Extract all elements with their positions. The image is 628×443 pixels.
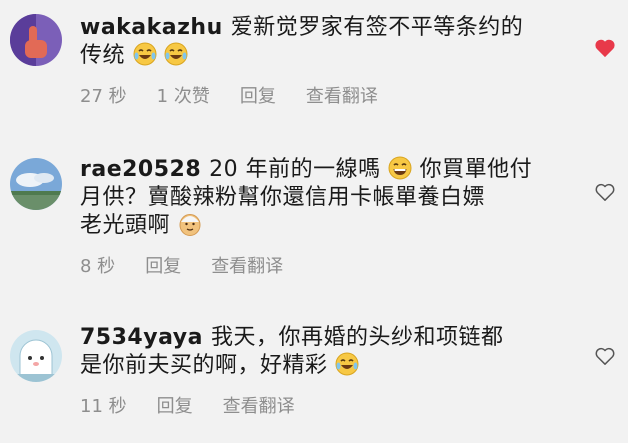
old-man-emoji-icon <box>179 214 201 236</box>
translate-button[interactable]: 查看翻译 <box>223 392 295 418</box>
like-count[interactable]: 1 次赞 <box>157 82 210 108</box>
username[interactable]: wakakazhu <box>80 15 223 40</box>
comment-meta: 8 秒 回复 查看翻译 <box>80 252 550 278</box>
grinning-emoji-icon <box>388 156 412 180</box>
comment-line-2: 传统 <box>80 43 126 68</box>
comment-line-1: 20 年前的一線嗎 <box>209 157 381 182</box>
username[interactable]: rae20528 <box>80 157 201 182</box>
comment-1: wakakazhu 爱新觉罗家有签不平等条约的 传统 27 秒 1 次赞 回复 查… <box>0 0 628 120</box>
heart-outline-icon[interactable] <box>594 346 616 366</box>
comment-line-2: 月供？賣酸辣粉幫你還信用卡帳單養白嫖 <box>80 185 486 210</box>
heart-outline-icon[interactable] <box>594 182 616 202</box>
comment-line-2: 是你前夫买的啊，好精彩 <box>80 353 328 378</box>
comment-meta: 27 秒 1 次赞 回复 查看翻译 <box>80 82 550 108</box>
reply-button[interactable]: 回复 <box>145 252 181 278</box>
timestamp: 8 秒 <box>80 256 116 277</box>
comment-text: wakakazhu 爱新觉罗家有签不平等条约的 传统 <box>80 14 550 70</box>
translate-button[interactable]: 查看翻译 <box>306 82 378 108</box>
avatar[interactable] <box>10 14 62 66</box>
comment-line-3: 老光頭啊 <box>80 213 171 238</box>
timestamp: 27 秒 <box>80 86 127 107</box>
comment-line-1: 爱新觉罗家有签不平等条约的 <box>230 15 524 40</box>
comment-meta: 11 秒 回复 查看翻译 <box>80 392 550 418</box>
avatar[interactable] <box>10 158 62 210</box>
heart-icon[interactable] <box>594 38 616 58</box>
translate-button[interactable]: 查看翻译 <box>211 252 283 278</box>
timestamp: 11 秒 <box>80 396 127 417</box>
comment-line-1b: 你買單他付 <box>419 157 533 182</box>
tears-of-joy-emoji-icon <box>164 42 188 66</box>
cartoon-ghost-avatar-icon <box>10 330 62 382</box>
comment-text: 7534yaya 我天，你再婚的头纱和项链都 是你前夫买的啊，好精彩 <box>80 324 550 380</box>
sky-landscape-avatar-icon <box>10 158 62 210</box>
tears-of-joy-emoji-icon <box>335 352 359 376</box>
reply-button[interactable]: 回复 <box>157 392 193 418</box>
reply-button[interactable]: 回复 <box>240 82 276 108</box>
purple-hand-avatar-icon <box>10 14 62 66</box>
username[interactable]: 7534yaya <box>80 325 203 350</box>
avatar[interactable] <box>10 330 62 382</box>
comment-2: rae20528 20 年前的一線嗎 你買單他付 月供？賣酸辣粉幫你還信用卡帳單養… <box>0 150 628 290</box>
comment-3: 7534yaya 我天，你再婚的头纱和项链都 是你前夫买的啊，好精彩 11 秒 回… <box>0 318 628 438</box>
comment-text: rae20528 20 年前的一線嗎 你買單他付 月供？賣酸辣粉幫你還信用卡帳單養… <box>80 156 550 240</box>
comment-line-1: 我天，你再婚的头纱和项链都 <box>210 325 504 350</box>
tears-of-joy-emoji-icon <box>133 42 157 66</box>
